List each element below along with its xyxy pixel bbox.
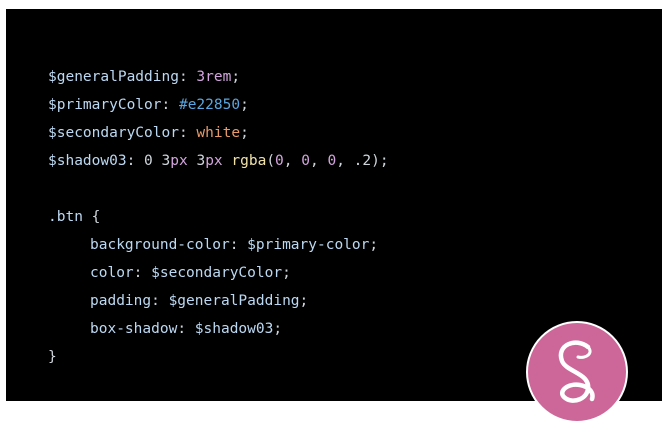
number-value: 0 xyxy=(275,153,284,169)
colon: : xyxy=(151,293,169,309)
number-value: 0 xyxy=(327,153,337,169)
colon: : xyxy=(177,321,195,337)
unit: px xyxy=(170,153,188,169)
semicolon: ; xyxy=(273,321,283,337)
code-line-shadow: $shadow03: 0 3px 3px rgba(0, 0, 0, .2); xyxy=(48,147,389,175)
brace-open: { xyxy=(82,209,101,225)
variable-name: $secondaryColor xyxy=(48,125,179,141)
code-line-box-shadow: box-shadow: $shadow03; xyxy=(48,315,389,343)
code-line-close: } xyxy=(48,343,389,371)
code-block: $generalPadding: 3rem; $primaryColor: #e2… xyxy=(48,63,389,371)
sass-logo-glyph xyxy=(558,340,595,403)
code-line-background-color: background-color: $primary-color; xyxy=(48,231,389,259)
variable-name: $primaryColor xyxy=(48,97,162,113)
code-line-general-padding: $generalPadding: 3rem; xyxy=(48,63,389,91)
semicolon: ; xyxy=(231,69,241,85)
code-line-selector: .btn { xyxy=(48,203,389,231)
semicolon: ; xyxy=(240,97,249,113)
property-name: padding xyxy=(90,293,152,309)
variable-name: $generalPadding xyxy=(48,69,179,85)
property-name: color xyxy=(90,265,134,281)
sass-logo-icon xyxy=(526,321,628,423)
colon: : xyxy=(178,125,197,141)
code-line-color: color: $secondaryColor; xyxy=(48,259,389,287)
colon: : xyxy=(229,237,248,253)
hex-value: #e22850 xyxy=(178,97,241,113)
comma: , xyxy=(336,153,354,169)
semicolon: ; xyxy=(240,125,249,141)
comma: , xyxy=(283,153,302,169)
semicolon: ; xyxy=(282,265,291,281)
code-line-secondary-color: $secondaryColor: white; xyxy=(48,119,389,147)
variable-reference: $shadow03 xyxy=(194,321,274,337)
number-value: 0 xyxy=(301,153,310,169)
property-name: background-color xyxy=(90,237,230,253)
comma: , xyxy=(309,153,328,169)
variable-reference: $secondaryColor xyxy=(151,265,283,281)
variable-name: $shadow03 xyxy=(48,153,127,169)
variable-reference: $primary-color xyxy=(247,237,370,253)
semicolon: ; xyxy=(379,153,389,169)
colon: : xyxy=(161,97,179,113)
semicolon: ; xyxy=(369,237,379,253)
unit: rem xyxy=(205,69,232,85)
number-value: 3 xyxy=(196,153,206,169)
unit: px xyxy=(205,153,223,169)
code-line-primary-color: $primaryColor: #e22850; xyxy=(48,91,389,119)
number-value: 0 xyxy=(144,153,153,169)
variable-reference: $generalPadding xyxy=(168,293,300,309)
selector: .btn xyxy=(48,209,83,225)
colon: : xyxy=(133,265,152,281)
color-keyword: white xyxy=(196,125,241,141)
brace-close: } xyxy=(48,349,57,365)
colon: : xyxy=(126,153,145,169)
paren-close: ) xyxy=(371,153,380,169)
number-value: 3 xyxy=(161,153,171,169)
number-value: 3 xyxy=(196,69,206,85)
function-name: rgba xyxy=(231,153,267,169)
number-value: .2 xyxy=(353,153,372,169)
paren-open: ( xyxy=(266,153,276,169)
semicolon: ; xyxy=(299,293,309,309)
property-name: box-shadow xyxy=(90,321,178,337)
code-line-padding: padding: $generalPadding; xyxy=(48,287,389,315)
colon: : xyxy=(178,69,197,85)
